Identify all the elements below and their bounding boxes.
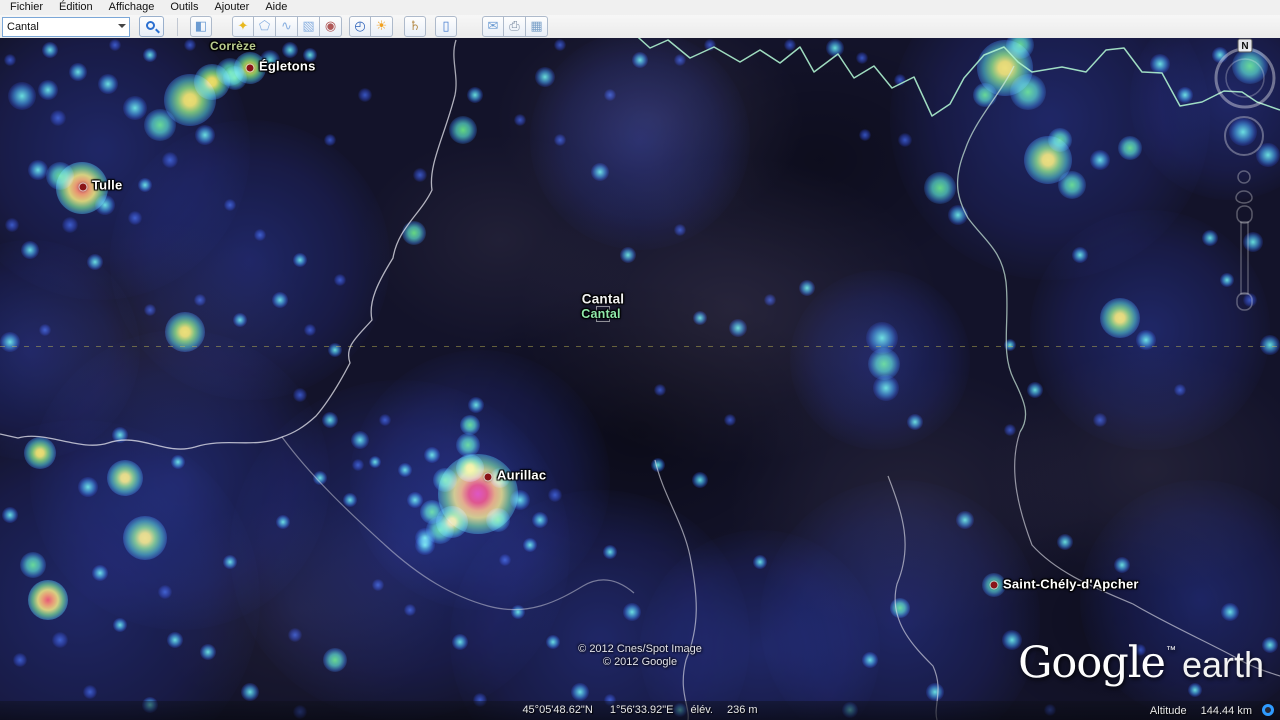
altitude-label: Altitude [1149, 705, 1187, 717]
menu-ajouter[interactable]: Ajouter [206, 0, 257, 15]
historical-imagery-button[interactable]: ◴ [349, 16, 371, 37]
record-tour-button[interactable]: ◉ [320, 16, 342, 37]
email-icon: ✉ [487, 19, 499, 34]
combobox-dropdown-arrow-icon[interactable] [118, 23, 126, 28]
compass-north-label: N [1241, 41, 1248, 52]
historical-imagery-icon: ◴ [354, 19, 366, 34]
search-icon [146, 21, 155, 30]
map-labels-layer: Corrèze Égletons Tulle Cantal Cantal Aurillac… [0, 0, 1280, 720]
zoom-slider-track[interactable] [1240, 221, 1249, 295]
status-coordinates: 45°05'48.62"N 1°56'33.92"E élév. 236 m [0, 704, 1280, 716]
navigation-controls: N [1214, 38, 1276, 311]
ruler-button[interactable]: ▯ [435, 16, 457, 37]
pan-joystick-head[interactable] [1237, 170, 1251, 184]
status-latitude: 45°05'48.62"N [522, 704, 593, 716]
sidebar-toggle-icon: ◧ [194, 19, 208, 34]
search-button[interactable] [139, 16, 164, 37]
toolbar-group: ◴ ☀ [349, 16, 393, 37]
menu-outils[interactable]: Outils [162, 0, 206, 15]
menu-edition[interactable]: Édition [51, 0, 101, 15]
compass-ring[interactable] [1214, 47, 1276, 109]
sunlight-icon: ☀ [375, 19, 388, 34]
toolbar-group: ▯ [435, 16, 457, 37]
look-joystick-ring[interactable] [1224, 116, 1264, 156]
logo-trademark: ™ [1165, 645, 1176, 656]
toolbar-button-groups: ◧ ✦ ⬠ ∿ ▧ ◉ ◴ ☀ ♄ ▯ ✉ ⎙ ▦ [178, 16, 548, 37]
google-earth-logo: Google™ earth [1018, 638, 1264, 688]
planets-button[interactable]: ♄ [404, 16, 426, 37]
print-icon: ⎙ [509, 19, 520, 34]
add-placemark-icon: ✦ [237, 19, 249, 34]
toolbar-group: ✦ ⬠ ∿ ▧ ◉ [232, 16, 342, 37]
altitude-value: 144.44 km [1200, 705, 1252, 717]
sidebar-toggle-button[interactable]: ◧ [190, 16, 212, 37]
label-tulle[interactable]: Tulle [92, 178, 122, 193]
status-longitude: 1°56'33.92"E [609, 704, 674, 716]
status-elevation-value: 236 m [726, 704, 758, 716]
print-button[interactable]: ⎙ [504, 16, 526, 37]
compass-inner-ring[interactable] [1225, 58, 1265, 98]
status-bar: 45°05'48.62"N 1°56'33.92"E élév. 236 m Al… [0, 701, 1280, 720]
label-saint-chely[interactable]: Saint-Chély-d'Apcher [1003, 577, 1139, 592]
toolbar-group: ✉ ⎙ ▦ [482, 16, 548, 37]
add-path-button[interactable]: ∿ [276, 16, 298, 37]
logo-earth-text: earth [1181, 644, 1264, 685]
google-earth-window: Corrèze Égletons Tulle Cantal Cantal Aurillac… [0, 0, 1280, 720]
label-cantal-dept: Cantal [581, 291, 625, 307]
map-viewport[interactable]: Corrèze Égletons Tulle Cantal Cantal Aurillac… [0, 0, 1280, 720]
add-polygon-button[interactable]: ⬠ [254, 16, 276, 37]
toolbar-group: ◧ [190, 16, 212, 37]
email-button[interactable]: ✉ [482, 16, 504, 37]
zoom-out-button[interactable] [1236, 292, 1253, 311]
menu-bar: Fichier Édition Affichage Outils Ajouter Aide [0, 0, 1280, 15]
sunlight-button[interactable]: ☀ [371, 16, 393, 37]
label-correze: Corrèze [209, 39, 257, 53]
save-image-button[interactable]: ▦ [526, 16, 548, 37]
add-image-overlay-button[interactable]: ▧ [298, 16, 320, 37]
menu-aide[interactable]: Aide [257, 0, 295, 15]
search-input[interactable] [2, 16, 130, 37]
window-chrome: Fichier Édition Affichage Outils Ajouter Aide… [0, 0, 1280, 38]
menu-affichage[interactable]: Affichage [101, 0, 163, 15]
record-tour-icon: ◉ [324, 19, 337, 34]
add-placemark-button[interactable]: ✦ [232, 16, 254, 37]
streaming-indicator-icon [1262, 704, 1274, 716]
menu-fichier[interactable]: Fichier [2, 0, 51, 15]
search-icon-handle [155, 28, 160, 34]
ruler-icon: ▯ [442, 19, 450, 34]
add-image-overlay-icon: ▧ [302, 19, 315, 34]
label-egletons[interactable]: Égletons [259, 59, 316, 74]
label-aurillac-placemark-dot[interactable] [484, 473, 492, 481]
toolbar: ◧✦⬠∿▧◉◴☀♄▯✉⎙▦ [0, 15, 1280, 38]
zoom-in-button[interactable] [1236, 205, 1253, 224]
label-cantal-search-result[interactable]: Cantal [581, 307, 620, 321]
add-path-icon: ∿ [281, 19, 292, 34]
save-image-icon: ▦ [530, 19, 543, 34]
status-elevation-label: élév. [690, 704, 713, 716]
label-tulle-placemark-dot[interactable] [79, 183, 87, 191]
status-altitude: Altitude 144.44 km [1150, 704, 1274, 717]
pan-joystick-base[interactable] [1235, 190, 1253, 204]
planets-icon: ♄ [409, 19, 421, 34]
search-combobox[interactable] [0, 16, 130, 37]
label-saint-chely-placemark-dot[interactable] [990, 581, 998, 589]
label-egletons-placemark-dot[interactable] [246, 64, 254, 72]
toolbar-group: ♄ [404, 16, 426, 37]
label-aurillac[interactable]: Aurillac [497, 468, 546, 483]
logo-google-text: Google [1018, 638, 1166, 688]
add-polygon-icon: ⬠ [258, 19, 271, 34]
